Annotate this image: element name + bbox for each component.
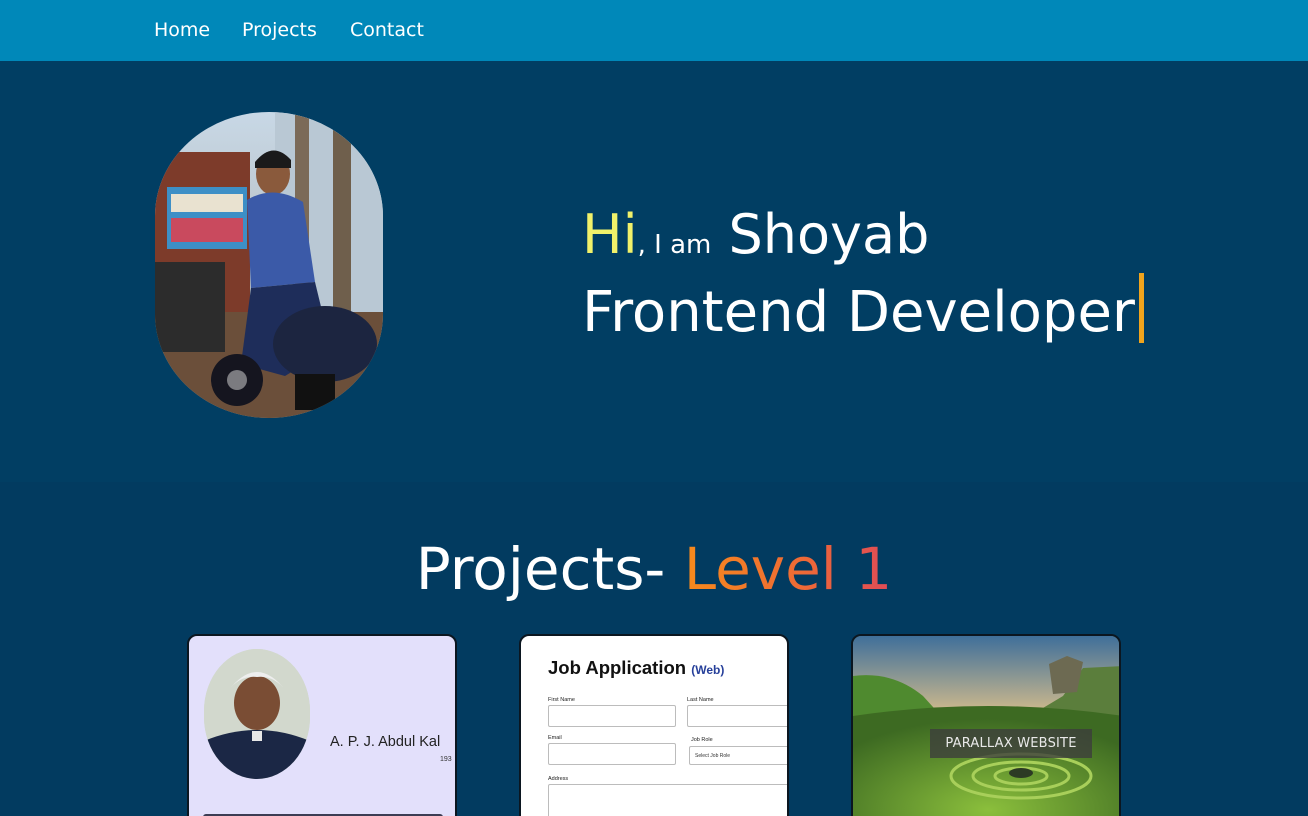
- projects-section: Projects- Level 1 A. P. J. Abdul Kal 193…: [0, 482, 1308, 816]
- project-card-parallax[interactable]: PARALLAX WEBSITE: [851, 634, 1121, 816]
- project-card-kalam[interactable]: A. P. J. Abdul Kal 193: [187, 634, 457, 816]
- kalam-years: 193: [440, 756, 452, 763]
- job-role-select: Select Job Role: [689, 746, 787, 765]
- projects-heading: Projects- Level 1: [0, 534, 1308, 604]
- role-text: Frontend Developer: [582, 280, 1135, 345]
- email-field: [548, 743, 676, 765]
- nav-link-contact[interactable]: Contact: [350, 19, 424, 41]
- parallax-website-label: PARALLAX WEBSITE: [930, 729, 1092, 758]
- first-name-label: First Name: [548, 697, 575, 703]
- parallax-landscape-image: [853, 636, 1119, 816]
- job-title-text: Job Application: [548, 657, 687, 678]
- projects-heading-main: Projects-: [415, 535, 666, 603]
- greeting-i-am: , I am: [637, 230, 712, 260]
- greeting-hi: Hi: [582, 203, 638, 266]
- email-label: Email: [548, 735, 562, 741]
- hero-role: Frontend Developer: [582, 273, 1144, 345]
- job-role-label: Job Role: [691, 737, 713, 743]
- job-application-title: Job Application (Web): [548, 657, 724, 679]
- job-title-tag: (Web): [691, 663, 725, 677]
- address-field: [548, 784, 787, 816]
- projects-heading-level: Level 1: [683, 535, 893, 603]
- job-role-value: Select Job Role: [695, 753, 731, 759]
- project-card-job-application[interactable]: Job Application (Web) First Name Last Na…: [519, 634, 789, 816]
- hero-section: Hi, I am Shoyab Frontend Developer: [0, 61, 1308, 482]
- top-navbar: Home Projects Contact: [0, 0, 1308, 61]
- hero-name: Shoyab: [728, 203, 930, 266]
- kalam-portrait: [204, 649, 310, 779]
- last-name-field: [687, 705, 787, 727]
- nav-link-home[interactable]: Home: [154, 19, 210, 41]
- nav-link-projects[interactable]: Projects: [242, 19, 317, 41]
- address-label: Address: [548, 776, 569, 782]
- kalam-name: A. P. J. Abdul Kal: [330, 734, 441, 750]
- typing-cursor: [1138, 273, 1144, 343]
- profile-photo: [155, 112, 383, 418]
- first-name-field: [548, 705, 676, 727]
- hero-greeting: Hi, I am Shoyab: [582, 205, 929, 275]
- last-name-label: Last Name: [687, 697, 714, 703]
